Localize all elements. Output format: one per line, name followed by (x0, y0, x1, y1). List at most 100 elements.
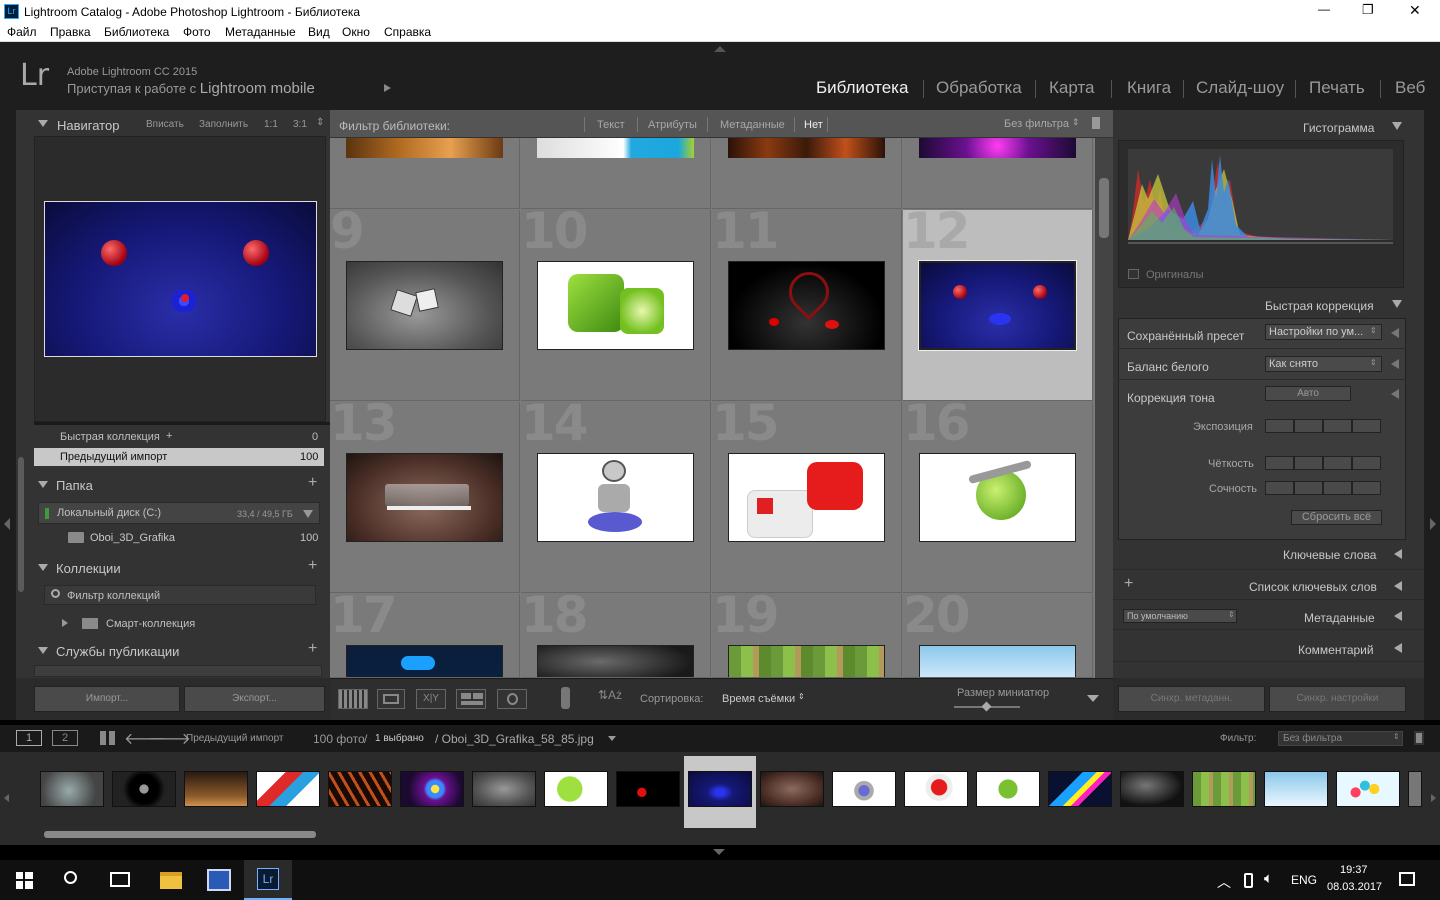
filmstrip-filter-select[interactable]: Без фильтра ⇕ (1278, 731, 1403, 746)
clock-date[interactable]: 08.03.2017 (1327, 881, 1382, 893)
module-web[interactable]: Веб (1395, 78, 1425, 98)
left-panel-toggle-icon[interactable] (4, 518, 10, 530)
grid-cell[interactable]: 19 (712, 594, 902, 678)
task-view-icon[interactable] (110, 872, 130, 887)
slider-handle-icon[interactable] (981, 701, 992, 712)
toolbar-menu-chevron-icon[interactable] (1087, 695, 1099, 702)
thumbnail[interactable] (346, 453, 503, 542)
folders-header[interactable]: Папка + (34, 474, 330, 496)
thumbnail[interactable] (537, 261, 694, 350)
nav-fill[interactable]: Заполнить (199, 119, 248, 130)
collection-filter-input[interactable]: Фильтр коллекций (44, 585, 316, 605)
add-collection-icon[interactable]: + (308, 557, 317, 575)
screen-1-button[interactable]: 1 (16, 730, 42, 746)
add-publish-icon[interactable]: + (308, 640, 317, 658)
forward-arrow-icon[interactable]: 🡒 (148, 728, 191, 749)
collapse-triangle-icon[interactable] (1392, 300, 1402, 308)
grid-cell[interactable]: 17 (330, 594, 520, 678)
import-button[interactable]: Импорт... (34, 686, 180, 712)
filmstrip-thumb[interactable] (1408, 771, 1422, 807)
menu-metadata[interactable]: Метаданные (225, 25, 296, 39)
input-language[interactable]: ENG (1291, 873, 1317, 887)
expand-triangle-icon[interactable] (62, 619, 68, 627)
navigator-preview[interactable] (34, 136, 326, 422)
filmstrip-thumb[interactable] (1192, 771, 1256, 807)
filmstrip-thumb[interactable] (256, 771, 320, 807)
filter-attributes[interactable]: Атрибуты (648, 119, 697, 131)
grid-cell[interactable]: 11 (712, 210, 902, 401)
menu-photo[interactable]: Фото (183, 25, 211, 39)
expand-arrow-icon[interactable] (1394, 611, 1402, 621)
grid-scrollbar-thumb[interactable] (1099, 178, 1109, 238)
filmstrip-thumb[interactable] (1048, 771, 1112, 807)
module-print[interactable]: Печать (1309, 78, 1365, 98)
quick-develop-header[interactable]: Быстрая коррекция (1113, 292, 1424, 320)
start-icon[interactable] (16, 872, 33, 889)
comments-header[interactable]: Комментарий (1113, 632, 1424, 662)
zoom-stepper-icon[interactable]: ⇕ (316, 117, 324, 128)
exposure-stepper[interactable] (1265, 419, 1381, 433)
mobile-tagline[interactable]: Приступая к работе с Lightroom mobile (67, 80, 315, 97)
collapse-triangle-icon[interactable] (38, 564, 48, 571)
grid-cell[interactable] (903, 138, 1093, 209)
filmstrip-thumb[interactable] (400, 771, 464, 807)
filmstrip-thumb[interactable] (112, 771, 176, 807)
filter-text[interactable]: Текст (597, 119, 625, 131)
folder-row[interactable]: Oboi_3D_Grafika 100 (38, 528, 320, 548)
grid-cell-selected[interactable]: 12 (903, 210, 1093, 401)
saved-preset-select[interactable]: Настройки по ум... ⇕ (1265, 324, 1382, 340)
panel-scrollbar[interactable] (18, 457, 24, 592)
maximize-button[interactable]: ❐ (1362, 2, 1374, 18)
menu-edit[interactable]: Правка (50, 25, 91, 39)
play-icon[interactable] (384, 84, 391, 92)
grid-cell[interactable]: 15 (712, 402, 902, 593)
thumbnail[interactable] (537, 453, 694, 542)
grid-cell[interactable] (521, 138, 711, 209)
expand-arrow-icon[interactable] (1394, 581, 1402, 591)
close-button[interactable]: ✕ (1409, 2, 1421, 19)
module-book[interactable]: Книга (1127, 78, 1171, 98)
filmstrip-thumb[interactable] (904, 771, 968, 807)
menu-file[interactable]: Файл (7, 25, 37, 39)
filter-metadata[interactable]: Метаданные (720, 119, 785, 131)
filmstrip-scrollbar[interactable] (44, 831, 316, 838)
loupe-view-icon[interactable] (377, 689, 405, 709)
grid-view-icon[interactable] (338, 689, 368, 709)
quick-collection-row[interactable]: Быстрая коллекция + 0 (34, 428, 324, 446)
publish-service-row[interactable] (34, 665, 322, 677)
navigator-header[interactable]: Навигатор Вписать Заполнить 1:1 3:1 ⇕ (16, 110, 330, 136)
thumbnail[interactable] (728, 645, 885, 677)
thumbnail[interactable] (346, 645, 503, 677)
filmstrip-right-arrow-icon[interactable] (1431, 794, 1436, 802)
module-develop[interactable]: Обработка (936, 78, 1022, 98)
collapse-triangle-icon[interactable] (38, 647, 48, 654)
grid-shortcut-icon[interactable] (100, 731, 115, 745)
thumbnail[interactable] (919, 453, 1076, 542)
sync-settings-button[interactable]: Синхр. настройки (1269, 686, 1406, 712)
filmstrip-thumb[interactable] (1120, 771, 1184, 807)
grid-cell[interactable] (330, 138, 520, 209)
export-button[interactable]: Экспорт... (184, 686, 325, 712)
keyword-list-header[interactable]: + Список ключевых слов (1113, 572, 1424, 600)
top-panel-toggle-icon[interactable] (714, 46, 726, 52)
thumbnail[interactable] (918, 260, 1077, 351)
collapse-triangle-icon[interactable] (38, 120, 48, 127)
module-library[interactable]: Библиотека (816, 78, 908, 98)
notifications-icon[interactable] (1399, 872, 1415, 886)
menu-view[interactable]: Вид (308, 25, 330, 39)
add-keyword-icon[interactable]: + (1124, 575, 1133, 593)
nav-1to1[interactable]: 1:1 (264, 119, 278, 130)
grid-cell[interactable] (712, 138, 902, 209)
compare-view-icon[interactable]: X|Y (416, 689, 446, 709)
grid-cell[interactable]: 18 (521, 594, 711, 678)
originals-checkbox[interactable] (1128, 269, 1139, 279)
screen-2-button[interactable]: 2 (52, 730, 78, 746)
filmstrip-thumb[interactable] (40, 771, 104, 807)
filmstrip-thumb[interactable] (472, 771, 536, 807)
clock-time[interactable]: 19:37 (1340, 864, 1368, 876)
menu-window[interactable]: Окно (342, 25, 370, 39)
grid-cell[interactable]: 13 (330, 402, 520, 593)
add-folder-icon[interactable]: + (308, 474, 317, 492)
filmstrip-thumb[interactable] (616, 771, 680, 807)
thumbnail[interactable] (537, 645, 694, 677)
